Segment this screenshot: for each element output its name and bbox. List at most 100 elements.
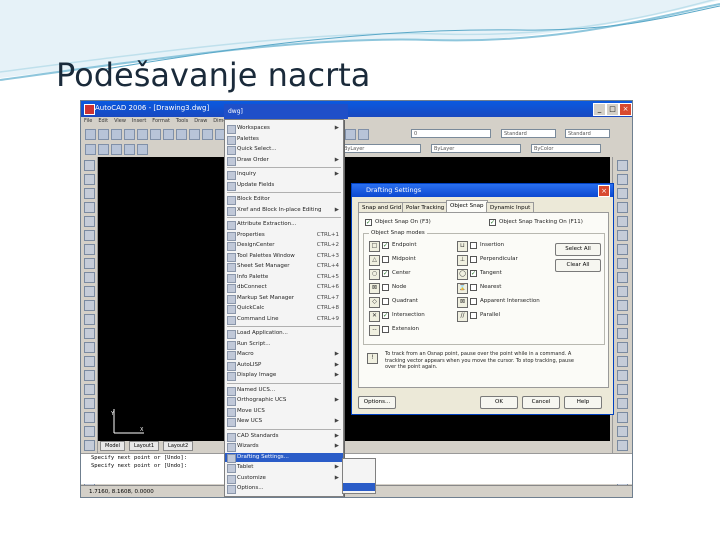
menu-edit[interactable]: Edit <box>95 117 111 125</box>
osnap-mode-checkbox[interactable] <box>470 284 477 291</box>
menu-item[interactable]: QuickCalc CTRL+8 <box>225 304 343 314</box>
menu-item[interactable]: Markup Set Manager CTRL+7 <box>225 294 343 304</box>
osnap-mode-checkbox[interactable]: ✓ <box>382 270 389 277</box>
osnap-mode-checkbox[interactable] <box>470 256 477 263</box>
toolbar-icon[interactable] <box>163 129 174 140</box>
tool-icon[interactable] <box>84 370 95 381</box>
tab-layout2[interactable]: Layout2 <box>163 441 194 451</box>
tool-icon[interactable] <box>84 328 95 339</box>
tool-icon[interactable] <box>617 300 628 311</box>
tool-icon[interactable] <box>84 398 95 409</box>
menu-file[interactable]: File <box>81 117 95 125</box>
menu-item[interactable]: Run Script... <box>225 340 343 350</box>
osnap-mode-checkbox[interactable] <box>470 312 477 319</box>
tool-icon[interactable] <box>617 286 628 297</box>
tab-model[interactable]: Model <box>100 441 126 451</box>
tool-icon[interactable] <box>617 216 628 227</box>
toolbar-icon[interactable] <box>111 144 122 155</box>
osnap-mode-checkbox[interactable] <box>470 298 477 305</box>
tool-icon[interactable] <box>617 356 628 367</box>
toolbar-icon[interactable] <box>137 129 148 140</box>
menu-item[interactable]: Drafting Settings... <box>225 452 343 463</box>
tool-icon[interactable] <box>84 258 95 269</box>
toolbar-icon[interactable] <box>98 129 109 140</box>
color-combo[interactable]: ByLayer <box>341 144 421 153</box>
select-all-button[interactable]: Select All <box>555 243 601 256</box>
toolbar-icon[interactable] <box>111 129 122 140</box>
tool-icon[interactable] <box>617 244 628 255</box>
tool-icon[interactable] <box>84 174 95 185</box>
menu-item[interactable]: Tablet ▶ <box>225 463 343 473</box>
tool-icon[interactable] <box>617 412 628 423</box>
menu-item[interactable]: Attribute Extraction... <box>225 220 343 230</box>
toolbar-icon[interactable] <box>98 144 109 155</box>
text-style-combo[interactable]: Standard <box>501 129 556 138</box>
toolbar-icon[interactable] <box>358 129 369 140</box>
menu-item[interactable]: Palettes <box>225 135 343 145</box>
menu-item[interactable]: Orthographic UCS ▶ <box>225 396 343 406</box>
toolbar-icon[interactable] <box>85 144 96 155</box>
plotstyle-combo[interactable]: ByColor <box>531 144 601 153</box>
osnap-mode-checkbox[interactable] <box>382 298 389 305</box>
toolbar-icon[interactable] <box>150 129 161 140</box>
maximize-icon[interactable]: □ <box>606 103 619 116</box>
tool-icon[interactable] <box>84 412 95 423</box>
tool-icon[interactable] <box>617 426 628 437</box>
osnap-tracking-checkbox[interactable]: ✓ <box>489 219 496 226</box>
osnap-mode-checkbox[interactable] <box>382 284 389 291</box>
menu-view[interactable]: View <box>111 117 129 125</box>
toolbar-icon[interactable] <box>137 144 148 155</box>
tool-icon[interactable] <box>617 174 628 185</box>
tool-icon[interactable] <box>84 188 95 199</box>
tool-icon[interactable] <box>617 188 628 199</box>
menu-item[interactable]: Move UCS <box>225 407 343 417</box>
tool-icon[interactable] <box>84 356 95 367</box>
tool-icon[interactable] <box>617 370 628 381</box>
menu-item[interactable]: Workspaces ▶ <box>225 124 343 134</box>
tool-icon[interactable] <box>617 160 628 171</box>
osnap-mode-checkbox[interactable]: ✓ <box>382 312 389 319</box>
menu-item[interactable]: AutoLISP ▶ <box>225 361 343 371</box>
tool-icon[interactable] <box>617 258 628 269</box>
menu-item[interactable]: Command Line CTRL+9 <box>225 315 343 325</box>
linetype-combo[interactable]: ByLayer <box>431 144 521 153</box>
menu-item[interactable]: Sheet Set Manager CTRL+4 <box>225 262 343 272</box>
tool-icon[interactable] <box>84 230 95 241</box>
menu-item[interactable]: Named UCS... <box>225 386 343 396</box>
toolbar-icon[interactable] <box>85 129 96 140</box>
menu-item[interactable]: Draw Order ▶ <box>225 156 343 166</box>
menu-draw[interactable]: Draw <box>191 117 210 125</box>
tool-icon[interactable] <box>84 272 95 283</box>
tool-icon[interactable] <box>617 314 628 325</box>
toolbar-icon[interactable] <box>345 129 356 140</box>
tool-icon[interactable] <box>84 216 95 227</box>
tool-icon[interactable] <box>617 440 628 451</box>
cancel-button[interactable]: Cancel <box>522 396 560 409</box>
tool-icon[interactable] <box>617 384 628 395</box>
dialog-close-icon[interactable]: × <box>598 185 610 197</box>
tab-layout1[interactable]: Layout1 <box>128 441 160 451</box>
menu-item[interactable]: Macro ▶ <box>225 350 343 360</box>
menu-item[interactable]: Wizards ▶ <box>225 442 343 452</box>
tool-icon[interactable] <box>84 202 95 213</box>
tool-icon[interactable] <box>84 160 95 171</box>
layer-combo[interactable]: 0 <box>411 129 491 138</box>
options-button[interactable]: Options... <box>358 396 396 409</box>
menu-insert[interactable]: Insert <box>129 117 149 125</box>
menu-item[interactable]: Customize ▶ <box>225 474 343 484</box>
ok-button[interactable]: OK <box>480 396 518 409</box>
tool-icon[interactable] <box>84 244 95 255</box>
menu-item[interactable]: New UCS ▶ <box>225 417 343 427</box>
osnap-mode-checkbox[interactable] <box>382 326 389 333</box>
menu-tools[interactable]: Tools <box>173 117 191 125</box>
menu-item[interactable]: Update Fields <box>225 181 343 191</box>
toolbar-icon[interactable] <box>124 129 135 140</box>
menu-item[interactable]: Load Application... <box>225 329 343 339</box>
tool-icon[interactable] <box>84 440 95 451</box>
menu-item[interactable]: Xref and Block In-place Editing ▶ <box>225 206 343 216</box>
osnap-mode-checkbox[interactable]: ✓ <box>470 270 477 277</box>
toolbar-icon[interactable] <box>189 129 200 140</box>
menu-item[interactable]: Options... <box>225 484 343 494</box>
menu-item[interactable]: Tool Palettes Window CTRL+3 <box>225 252 343 262</box>
menu-item[interactable]: Info Palette CTRL+5 <box>225 273 343 283</box>
